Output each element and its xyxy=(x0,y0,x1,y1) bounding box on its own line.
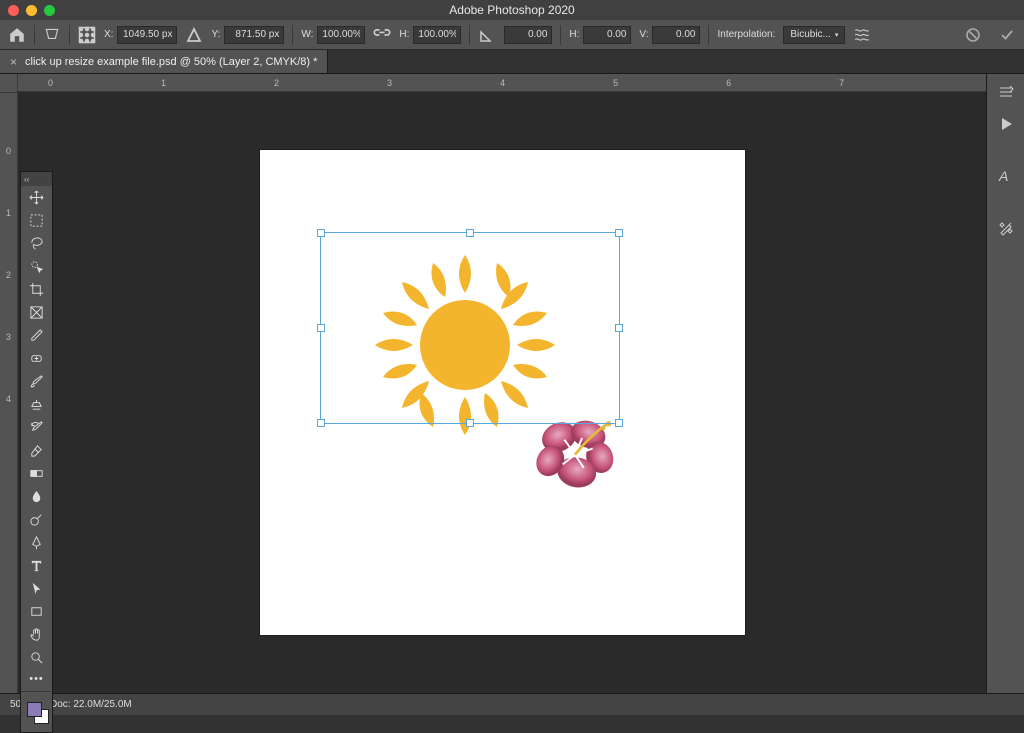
x-label: X: xyxy=(104,29,113,40)
frame-tool[interactable] xyxy=(21,301,52,324)
marquee-tool[interactable] xyxy=(21,209,52,232)
zoom-tool[interactable] xyxy=(21,646,52,669)
skew-h-label: H: xyxy=(569,29,579,40)
right-panel-dock: A xyxy=(986,74,1024,693)
quick-select-tool[interactable] xyxy=(21,255,52,278)
skew-h-input[interactable] xyxy=(583,26,631,44)
interp-value: Bicubic... xyxy=(790,29,831,40)
app-title: Adobe Photoshop 2020 xyxy=(449,3,574,17)
warp-mode-icon[interactable] xyxy=(853,26,871,44)
h-label: H: xyxy=(399,29,409,40)
play-icon[interactable] xyxy=(993,112,1019,136)
angle-icon xyxy=(478,26,496,44)
transform-handle-bl[interactable] xyxy=(317,419,325,427)
home-button[interactable] xyxy=(8,26,26,44)
close-window-button[interactable] xyxy=(8,5,19,16)
transform-handle-tr[interactable] xyxy=(615,229,623,237)
collapse-left-icon: ‹‹ xyxy=(24,175,29,184)
toolbox-header[interactable]: ‹‹ xyxy=(21,172,52,186)
edit-toolbar-button[interactable]: ••• xyxy=(21,669,52,692)
eraser-tool[interactable] xyxy=(21,439,52,462)
brush-tool[interactable] xyxy=(21,370,52,393)
close-tab-icon[interactable]: × xyxy=(10,56,17,68)
interpolation-dropdown[interactable]: Bicubic... ▾ xyxy=(783,26,845,44)
pen-tool[interactable] xyxy=(21,531,52,554)
interp-label: Interpolation: xyxy=(717,29,775,40)
titlebar: Adobe Photoshop 2020 xyxy=(0,0,1024,20)
cancel-transform-button[interactable] xyxy=(964,26,982,44)
doc-size[interactable]: Doc: 22.0M/25.0M xyxy=(50,699,132,710)
h-input[interactable] xyxy=(413,26,461,44)
rectangle-tool[interactable] xyxy=(21,600,52,623)
eyedropper-tool[interactable] xyxy=(21,324,52,347)
healing-brush-tool[interactable] xyxy=(21,347,52,370)
angle-input[interactable] xyxy=(504,26,552,44)
y-input[interactable] xyxy=(224,26,284,44)
blur-tool[interactable] xyxy=(21,485,52,508)
tool-presets-icon[interactable] xyxy=(993,216,1019,240)
skew-v-input[interactable] xyxy=(652,26,700,44)
commit-transform-button[interactable] xyxy=(998,26,1016,44)
crop-tool[interactable] xyxy=(21,278,52,301)
dodge-tool[interactable] xyxy=(21,508,52,531)
gradient-tool[interactable] xyxy=(21,462,52,485)
transform-tool-icon[interactable] xyxy=(43,26,61,44)
clone-stamp-tool[interactable] xyxy=(21,393,52,416)
minimize-window-button[interactable] xyxy=(26,5,37,16)
move-tool[interactable] xyxy=(21,186,52,209)
vertical-ruler[interactable]: 0 1 2 3 4 xyxy=(0,74,18,693)
document-tabs: × click up resize example file.psd @ 50%… xyxy=(0,50,1024,74)
link-aspect-icon[interactable] xyxy=(373,26,391,44)
w-input[interactable] xyxy=(317,26,365,44)
flower-artwork xyxy=(530,415,620,490)
transform-handle-tl[interactable] xyxy=(317,229,325,237)
x-input[interactable] xyxy=(117,26,177,44)
hand-tool[interactable] xyxy=(21,623,52,646)
tab-title: click up resize example file.psd @ 50% (… xyxy=(25,56,317,68)
options-bar: X: Y: W: H: H: xyxy=(0,20,1024,50)
reference-point-icon[interactable] xyxy=(78,26,96,44)
history-brush-tool[interactable] xyxy=(21,416,52,439)
panel-menu-icon[interactable] xyxy=(993,80,1019,104)
path-select-tool[interactable] xyxy=(21,577,52,600)
y-label: Y: xyxy=(211,29,220,40)
tool-palette[interactable]: ‹‹ ••• xyxy=(20,171,53,733)
canvas-area[interactable] xyxy=(18,92,986,693)
status-bar: 50% Doc: 22.0M/25.0M xyxy=(0,693,1024,715)
transform-handle-br[interactable] xyxy=(615,419,623,427)
skew-v-label: V: xyxy=(639,29,648,40)
horizontal-ruler[interactable]: 0 1 2 3 4 5 6 7 xyxy=(18,74,986,92)
transform-handle-bm[interactable] xyxy=(466,419,474,427)
color-swatches[interactable] xyxy=(21,694,52,732)
document-canvas[interactable] xyxy=(260,150,745,635)
document-tab[interactable]: × click up resize example file.psd @ 50%… xyxy=(0,50,328,73)
character-panel-icon[interactable]: A xyxy=(993,164,1019,188)
transform-handle-ml[interactable] xyxy=(317,324,325,332)
transform-bounding-box[interactable] xyxy=(320,232,620,424)
delta-icon[interactable] xyxy=(185,26,203,44)
w-label: W: xyxy=(301,29,313,40)
maximize-window-button[interactable] xyxy=(44,5,55,16)
svg-text:A: A xyxy=(998,168,1008,184)
transform-handle-tm[interactable] xyxy=(466,229,474,237)
transform-handle-mr[interactable] xyxy=(615,324,623,332)
lasso-tool[interactable] xyxy=(21,232,52,255)
type-tool[interactable] xyxy=(21,554,52,577)
